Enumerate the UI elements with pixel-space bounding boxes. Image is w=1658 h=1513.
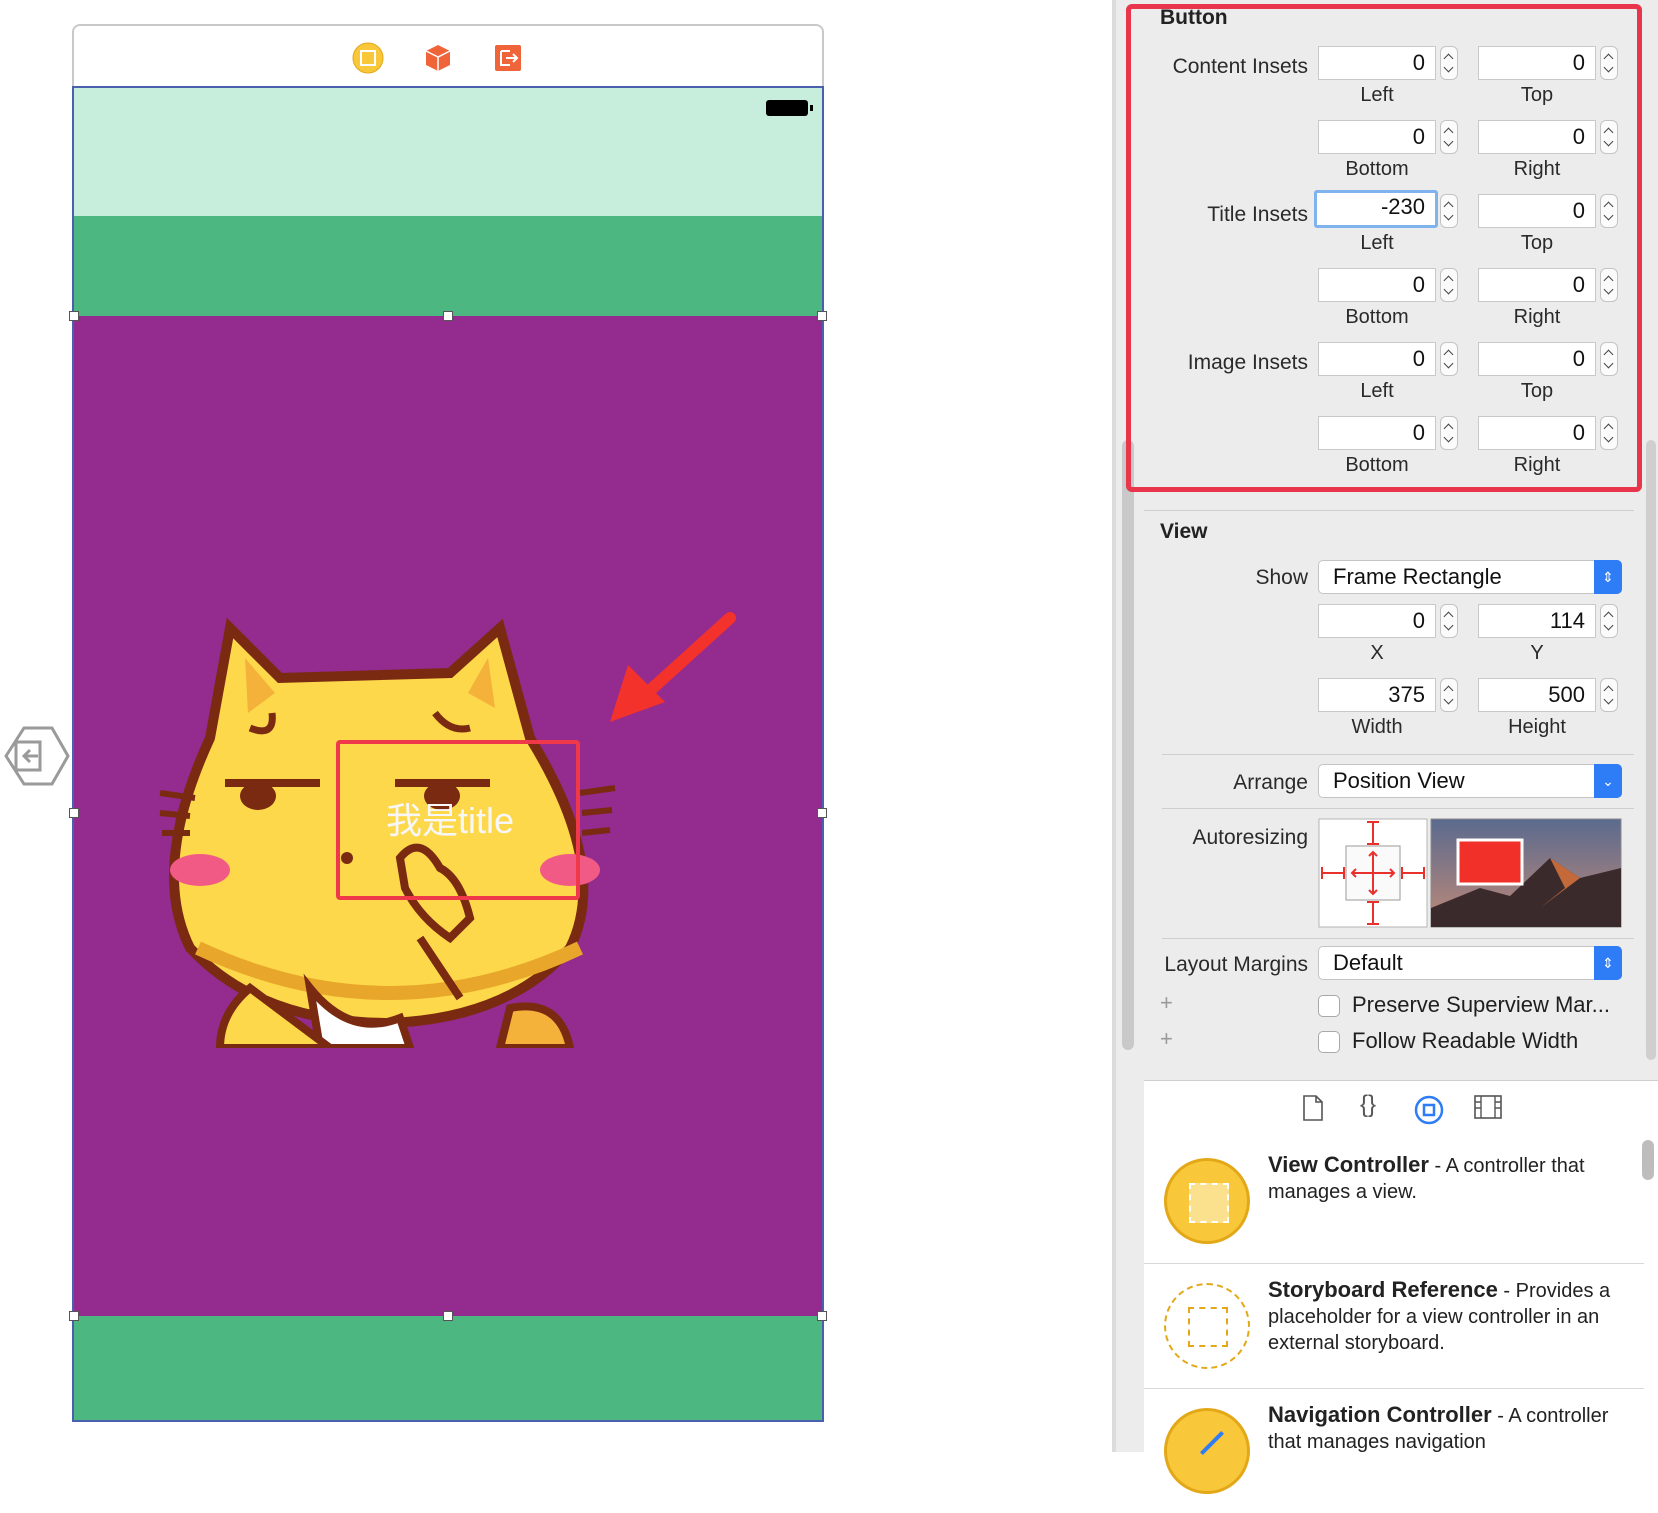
view-controller-icon[interactable] <box>352 42 384 74</box>
entry-point-arrow-icon[interactable] <box>0 722 70 790</box>
width-field[interactable]: 375 <box>1318 678 1436 712</box>
y-stepper[interactable] <box>1600 604 1618 638</box>
list-item[interactable]: View Controller - A controller that mana… <box>1144 1138 1644 1264</box>
x-field[interactable]: 0 <box>1318 604 1436 638</box>
status-bar-area <box>74 88 822 217</box>
list-item-text: Navigation Controller - A controller tha… <box>1268 1402 1609 1453</box>
arrange-popup-value: Position View <box>1333 768 1465 793</box>
section-divider <box>1162 754 1634 755</box>
y-caption: Y <box>1530 642 1544 664</box>
annotation-arrow-icon <box>610 612 736 722</box>
autoresizing-preview-icon <box>1430 818 1622 928</box>
code-snippet-icon[interactable]: {} <box>1360 1091 1376 1119</box>
list-item[interactable]: Storyboard Reference - Provides a placeh… <box>1144 1263 1644 1389</box>
y-field[interactable]: 114 <box>1478 604 1596 638</box>
arrange-label: Arrange <box>1233 771 1308 794</box>
resize-handle[interactable] <box>69 311 79 321</box>
view-controller-icon <box>1164 1158 1250 1244</box>
first-responder-icon[interactable] <box>422 42 454 74</box>
inspector-right-scrollbar[interactable] <box>1646 440 1656 1060</box>
x-stepper[interactable] <box>1440 604 1458 638</box>
plus-icon[interactable]: + <box>1160 1026 1173 1052</box>
chevron-updown-icon: ⇕ <box>1594 946 1622 980</box>
scene-dock <box>72 24 824 86</box>
arrange-popup[interactable]: Position View ⌄ <box>1318 764 1622 798</box>
section-divider <box>1144 510 1634 511</box>
inspector-scrollbar[interactable] <box>1122 440 1134 1050</box>
bottom-bar-area <box>74 1316 822 1420</box>
show-label: Show <box>1255 566 1308 589</box>
width-caption: Width <box>1351 716 1403 738</box>
file-template-icon[interactable] <box>1302 1095 1324 1121</box>
chevron-down-icon: ⌄ <box>1594 764 1622 798</box>
preserve-superview-margins-checkbox[interactable] <box>1318 995 1340 1017</box>
exit-icon[interactable] <box>492 42 524 74</box>
section-divider <box>1162 938 1634 939</box>
resize-handle[interactable] <box>443 311 453 321</box>
media-library-icon[interactable] <box>1474 1095 1502 1119</box>
follow-readable-width-checkbox[interactable] <box>1318 1031 1340 1053</box>
resize-handle[interactable] <box>817 1311 827 1321</box>
autoresizing-label: Autoresizing <box>1192 826 1308 849</box>
resize-handle[interactable] <box>69 808 79 818</box>
height-caption: Height <box>1508 716 1566 738</box>
view-section-title: View <box>1160 520 1208 543</box>
x-caption: X <box>1370 642 1384 664</box>
resize-handle[interactable] <box>817 808 827 818</box>
show-popup[interactable]: Frame Rectangle ⇕ <box>1318 560 1622 594</box>
width-stepper[interactable] <box>1440 678 1458 712</box>
library-tab-bar: {} <box>1144 1080 1658 1140</box>
list-item-text: View Controller - A controller that mana… <box>1268 1152 1585 1203</box>
layout-margins-popup-value: Default <box>1333 950 1403 975</box>
layout-margins-popup[interactable]: Default ⇕ <box>1318 946 1622 980</box>
library-scrollbar[interactable] <box>1642 1140 1654 1180</box>
object-library-list: View Controller - A controller that mana… <box>1144 1138 1658 1494</box>
resize-handle[interactable] <box>817 311 827 321</box>
list-item[interactable]: Navigation Controller - A controller tha… <box>1144 1388 1644 1513</box>
battery-icon <box>766 100 813 116</box>
autoresizing-mask-icon[interactable] <box>1318 818 1428 928</box>
navigation-bar-area <box>74 216 822 316</box>
resize-handle[interactable] <box>443 1311 453 1321</box>
section-divider <box>1162 808 1634 809</box>
list-item-text: Storyboard Reference - Provides a placeh… <box>1268 1277 1611 1354</box>
storyboard-reference-icon <box>1164 1283 1250 1369</box>
height-stepper[interactable] <box>1600 678 1618 712</box>
chevron-updown-icon: ⇕ <box>1594 560 1622 594</box>
object-library-icon[interactable] <box>1414 1095 1444 1125</box>
follow-readable-width-label: Follow Readable Width <box>1352 1028 1579 1053</box>
plus-icon[interactable]: + <box>1160 990 1173 1016</box>
height-field[interactable]: 500 <box>1478 678 1596 712</box>
show-popup-value: Frame Rectangle <box>1333 564 1502 589</box>
navigation-controller-icon <box>1164 1408 1250 1494</box>
highlight-box <box>1126 4 1642 492</box>
button-title-label[interactable]: 我是title <box>336 792 564 844</box>
resize-handle[interactable] <box>69 1311 79 1321</box>
layout-margins-label: Layout Margins <box>1164 953 1308 976</box>
preserve-superview-margins-label: Preserve Superview Mar... <box>1352 992 1610 1017</box>
